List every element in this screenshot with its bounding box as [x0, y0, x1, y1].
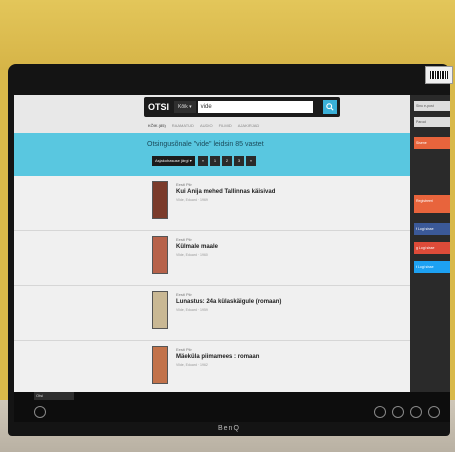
search-input[interactable]: vide: [197, 101, 313, 113]
page-header: OTSI Kõik ▾ vide KÕIK (85) RAAMATUD AUDI…: [14, 95, 410, 133]
taskbar: Otsi: [14, 392, 450, 422]
results-list: Eesti Piir Kui Anija mehed Tallinnas käi…: [14, 176, 410, 392]
wall: [0, 0, 455, 70]
sort-label: Asjakohasuse järgi: [155, 158, 189, 163]
book-cover[interactable]: [152, 346, 168, 384]
scope-select[interactable]: Kõik ▾: [174, 101, 196, 113]
item-title[interactable]: Külmale maale: [176, 244, 218, 250]
item-title[interactable]: Kui Anija mehed Tallinnas käisivad: [176, 189, 275, 195]
tab-audio[interactable]: AUDIO: [200, 123, 213, 128]
facebook-login-button[interactable]: f Logi sisse: [414, 223, 450, 235]
item-title[interactable]: Lunastus: 24a külaskäigule (romaan): [176, 299, 281, 305]
login-sidebar: Sinu e-post Parool Sisene Registreeri f …: [410, 95, 450, 392]
back-icon[interactable]: [34, 406, 46, 418]
tab-books[interactable]: RAAMATUD: [172, 123, 194, 128]
item-meta: Vilde, Eduard · 1969: [176, 198, 208, 202]
page-3[interactable]: 3: [234, 156, 244, 166]
results-heading: Otsingusõnale "vide" leidsin 85 vastet: [147, 141, 264, 148]
settings-icon[interactable]: [374, 406, 386, 418]
book-cover[interactable]: [152, 181, 168, 219]
site-logo[interactable]: OTSI: [144, 102, 174, 112]
item-type: Eesti Piir: [176, 182, 192, 187]
result-tabs: KÕIK (85) RAAMATUD AUDIO FILMID AJAKIRJA…: [148, 123, 259, 128]
facebook-login-label: Logi sisse: [417, 227, 434, 231]
register-button[interactable]: Registreeri: [414, 195, 450, 213]
page-next[interactable]: »: [246, 156, 256, 166]
scope-select-label: Kõik: [178, 104, 188, 110]
google-login-label: Logi sisse: [418, 246, 435, 250]
item-meta: Vilde, Eduard · 1960: [176, 253, 208, 257]
chevron-down-icon: ▾: [189, 104, 192, 110]
password-field[interactable]: Parool: [414, 117, 450, 127]
search-icon: [326, 103, 334, 111]
power-icon[interactable]: [428, 406, 440, 418]
results-banner: Otsingusõnale "vide" leidsin 85 vastet A…: [14, 133, 410, 176]
sort-dropdown[interactable]: Asjakohasuse järgi ▾: [152, 156, 195, 166]
refresh-icon[interactable]: [410, 406, 422, 418]
item-type: Eesti Piir: [176, 347, 192, 352]
barcode-sticker: [425, 66, 453, 84]
taskbar-tab[interactable]: Otsi: [34, 392, 74, 400]
browser-screen: OTSI Kõik ▾ vide KÕIK (85) RAAMATUD AUDI…: [14, 95, 410, 392]
google-login-button[interactable]: g Logi sisse: [414, 242, 450, 254]
tab-all[interactable]: KÕIK (85): [148, 123, 166, 128]
search-bar: OTSI Kõik ▾ vide: [144, 97, 340, 117]
list-item[interactable]: Eesti Piir Lunastus: 24a külaskäigule (r…: [14, 286, 410, 341]
list-item[interactable]: Eesti Piir Mäeküla piimamees : romaan Vi…: [14, 341, 410, 392]
book-cover[interactable]: [152, 291, 168, 329]
tab-magazines[interactable]: AJAKIRJAD: [238, 123, 260, 128]
page-2[interactable]: 2: [222, 156, 232, 166]
home-icon[interactable]: [392, 406, 404, 418]
page-prev[interactable]: «: [198, 156, 208, 166]
list-item[interactable]: Eesti Piir Kui Anija mehed Tallinnas käi…: [14, 176, 410, 231]
page-1[interactable]: 1: [210, 156, 220, 166]
item-meta: Vilde, Eduard · 1959: [176, 308, 208, 312]
search-button[interactable]: [323, 100, 337, 114]
list-item[interactable]: Eesti Piir Külmale maale Vilde, Eduard ·…: [14, 231, 410, 286]
item-meta: Vilde, Eduard · 1962: [176, 363, 208, 367]
item-type: Eesti Piir: [176, 292, 192, 297]
book-cover[interactable]: [152, 236, 168, 274]
twitter-login-label: Logi sisse: [417, 265, 434, 269]
monitor-brand: BenQ: [218, 425, 240, 432]
item-title[interactable]: Mäeküla piimamees : romaan: [176, 354, 259, 360]
item-type: Eesti Piir: [176, 237, 192, 242]
email-field[interactable]: Sinu e-post: [414, 101, 450, 111]
pagination: « 1 2 3 »: [198, 156, 256, 166]
twitter-login-button[interactable]: t Logi sisse: [414, 261, 450, 273]
login-button[interactable]: Sisene: [414, 137, 450, 149]
tab-films[interactable]: FILMID: [219, 123, 232, 128]
